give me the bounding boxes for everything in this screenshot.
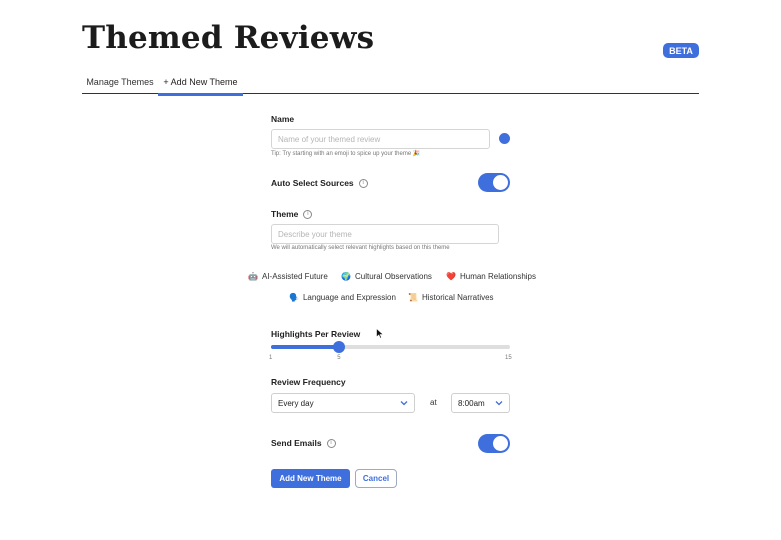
slider-min-label: 1 bbox=[269, 355, 273, 361]
frequency-select[interactable]: Every day bbox=[271, 393, 415, 413]
beta-badge: BETA bbox=[663, 43, 699, 58]
highlights-slider[interactable] bbox=[271, 341, 510, 353]
toggle-knob bbox=[493, 436, 508, 451]
chevron-down-icon bbox=[400, 401, 408, 406]
mouse-cursor-icon bbox=[376, 328, 384, 339]
slider-max-label: 15 bbox=[505, 355, 512, 361]
tab-add-new-theme[interactable]: + Add New Theme bbox=[158, 70, 243, 96]
suggestion-chip[interactable]: 🗣️ Language and Expression bbox=[289, 293, 396, 302]
scroll-icon: 📜 bbox=[408, 293, 418, 302]
frequency-label: Review Frequency bbox=[271, 377, 346, 387]
suggestion-chip[interactable]: 📜 Historical Narratives bbox=[408, 293, 494, 302]
slider-value-label: 5 bbox=[337, 355, 341, 361]
toggle-knob bbox=[493, 175, 508, 190]
name-label: Name bbox=[271, 114, 295, 124]
at-label: at bbox=[430, 398, 437, 407]
info-icon[interactable]: i bbox=[303, 209, 313, 219]
auto-select-label: Auto Select Sources i bbox=[271, 178, 368, 188]
info-icon[interactable]: i bbox=[358, 178, 368, 188]
name-hint: Tip: Try starting with an emoji to spice… bbox=[271, 151, 421, 157]
send-emails-toggle[interactable] bbox=[478, 434, 510, 453]
suggestion-chip[interactable]: 🤖 AI-Assisted Future bbox=[248, 272, 328, 281]
theme-label: Theme i bbox=[271, 209, 313, 219]
tab-bar: Manage Themes + Add New Theme bbox=[82, 70, 699, 96]
theme-hint: We will automatically select relevant hi… bbox=[271, 245, 450, 251]
suggestion-chip[interactable]: 🌍 Cultural Observations bbox=[341, 272, 432, 281]
robot-icon: 🤖 bbox=[248, 272, 258, 281]
chevron-down-icon bbox=[495, 401, 503, 406]
speaking-head-icon: 🗣️ bbox=[289, 293, 299, 302]
suggestion-chip[interactable]: ❤️ Human Relationships bbox=[446, 272, 536, 281]
auto-select-toggle[interactable] bbox=[478, 173, 510, 192]
info-icon[interactable]: i bbox=[326, 438, 336, 448]
globe-icon: 🌍 bbox=[341, 272, 351, 281]
page-title: Themed Reviews bbox=[82, 20, 375, 56]
tab-manage-themes[interactable]: Manage Themes bbox=[82, 70, 158, 94]
cancel-button[interactable]: Cancel bbox=[355, 469, 397, 488]
add-new-theme-button[interactable]: Add New Theme bbox=[271, 469, 350, 488]
heart-icon: ❤️ bbox=[446, 272, 456, 281]
slider-fill bbox=[271, 345, 340, 349]
name-input[interactable] bbox=[271, 129, 490, 149]
theme-input[interactable] bbox=[271, 224, 499, 244]
color-dot[interactable] bbox=[499, 133, 510, 144]
send-emails-label: Send Emails i bbox=[271, 438, 336, 448]
time-select[interactable]: 8:00am bbox=[451, 393, 510, 413]
highlights-label: Highlights Per Review bbox=[271, 329, 361, 339]
slider-handle[interactable] bbox=[333, 341, 346, 353]
